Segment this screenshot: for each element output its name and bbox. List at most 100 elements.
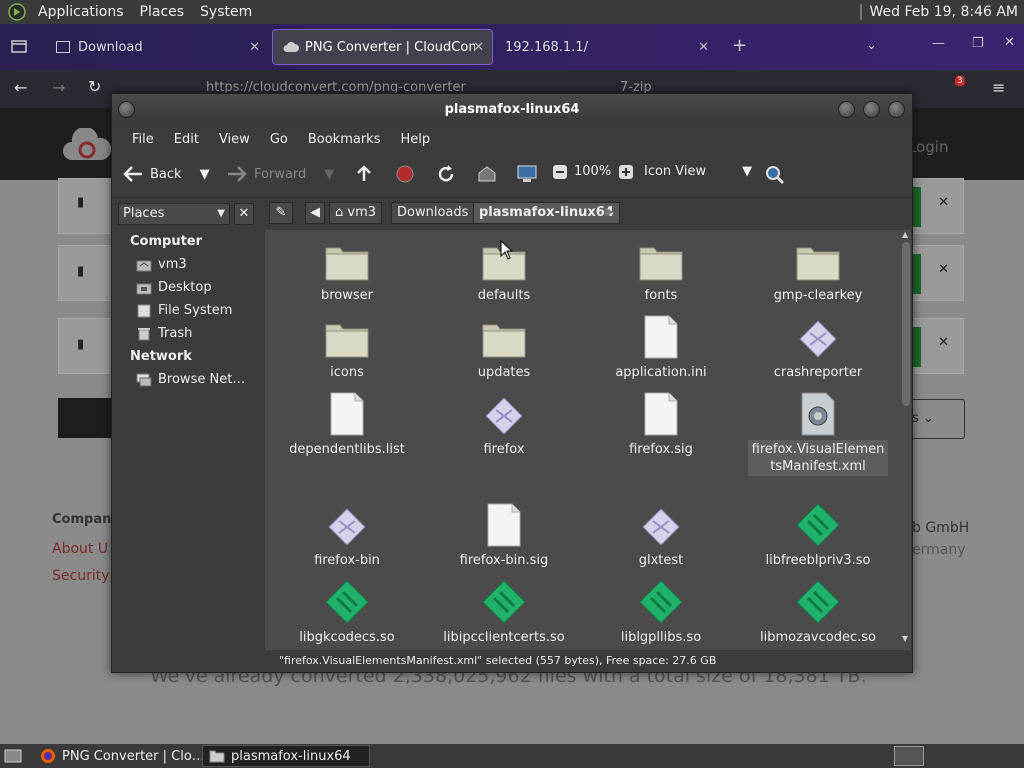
vertical-scrollbar[interactable]: ▲ ▼ <box>901 230 911 650</box>
folder-icon <box>591 234 731 282</box>
sidebar-item-vm3[interactable]: vm3 <box>136 257 187 272</box>
back-button[interactable]: Back ▼ <box>122 164 210 184</box>
view-mode-select[interactable]: Icon View ▼ <box>644 164 752 179</box>
remove-icon[interactable]: ✕ <box>938 195 949 210</box>
restore-icon[interactable]: ❐ <box>972 36 984 51</box>
menu-go[interactable]: Go <box>260 132 298 147</box>
computer-icon[interactable] <box>516 164 538 184</box>
maximize-icon[interactable] <box>863 101 880 118</box>
remove-icon[interactable]: ✕ <box>938 262 949 277</box>
file-item[interactable]: gmp-clearkey <box>748 234 888 305</box>
library-icon <box>748 499 888 547</box>
reload-icon[interactable] <box>436 164 456 184</box>
file-item[interactable]: fonts <box>591 234 731 305</box>
breadcrumb-current[interactable]: plasmafox-linux64 <box>473 202 620 224</box>
home-icon[interactable] <box>476 164 498 184</box>
menu-bar: File Edit View Go Bookmarks Help <box>112 126 912 152</box>
system-menu[interactable]: System <box>192 4 260 20</box>
add-files-button[interactable] <box>58 398 112 438</box>
sidebar-item-trash[interactable]: Trash <box>136 326 192 341</box>
clock[interactable]: Wed Feb 19, 8:46 AM <box>870 4 1018 20</box>
menu-help[interactable]: Help <box>390 132 440 147</box>
file-item[interactable]: libipcclientcerts.so <box>434 576 574 647</box>
forward-button[interactable]: Forward ▼ <box>226 164 334 184</box>
path-scroll-right-icon[interactable]: ▶ <box>605 205 613 218</box>
file-item[interactable]: browser <box>277 234 417 305</box>
close-tab-icon[interactable]: ✕ <box>698 40 709 55</box>
workspace-switcher[interactable] <box>894 746 924 766</box>
file-item[interactable]: dependentlibs.list <box>277 388 417 459</box>
library-icon <box>277 576 417 624</box>
file-item[interactable]: crashreporter <box>748 311 888 382</box>
file-item[interactable]: firefox-bin.sig <box>434 499 574 570</box>
login-link[interactable]: Login <box>908 138 948 156</box>
back-dropdown-icon[interactable]: ▼ <box>200 167 210 182</box>
up-arrow-icon[interactable] <box>354 164 374 184</box>
zoom-in-icon[interactable] <box>618 164 634 180</box>
sidebar-item-file-system[interactable]: File System <box>136 303 232 318</box>
file-item[interactable]: updates <box>434 311 574 382</box>
scroll-up-icon[interactable]: ▲ <box>902 230 908 239</box>
close-tab-icon[interactable]: ✕ <box>473 40 484 55</box>
tab-router[interactable]: 192.168.1.1/ ✕ <box>495 29 717 65</box>
file-item[interactable]: libmozavcodec.so <box>748 576 888 647</box>
sidebar-item-browse-network[interactable]: Browse Net… <box>136 372 245 387</box>
file-item[interactable]: glxtest <box>591 499 731 570</box>
file-item[interactable]: firefox.VisualElementsManifest.xml <box>748 388 888 476</box>
breadcrumb-vm3[interactable]: ⌂ vm3 <box>329 202 383 224</box>
about-link[interactable]: About U <box>52 541 108 557</box>
reload-icon[interactable]: ↻ <box>88 77 101 96</box>
location-edit-icon[interactable]: ✎ <box>269 202 293 224</box>
breadcrumb-downloads[interactable]: Downloads <box>391 202 475 224</box>
search-icon[interactable] <box>764 164 786 186</box>
file-item[interactable]: firefox <box>434 388 574 459</box>
scrollbar-thumb[interactable] <box>902 242 910 406</box>
menu-view[interactable]: View <box>209 132 260 147</box>
zoom-out-icon[interactable] <box>552 164 568 180</box>
close-tab-icon[interactable]: ✕ <box>249 40 260 55</box>
stop-icon[interactable] <box>395 164 415 184</box>
new-tab-icon[interactable]: + <box>732 35 747 56</box>
file-item[interactable]: application.ini <box>591 311 731 382</box>
file-item[interactable]: libgkcodecs.so <box>277 576 417 647</box>
cloudconvert-logo-icon[interactable] <box>62 128 112 162</box>
menu-edit[interactable]: Edit <box>164 132 209 147</box>
task-firefox[interactable]: PNG Converter | Clo… <box>34 745 205 767</box>
close-icon[interactable] <box>888 101 905 118</box>
scroll-down-icon[interactable]: ▼ <box>902 634 908 643</box>
forward-dropdown-icon[interactable]: ▼ <box>324 167 334 182</box>
close-sidebar-icon[interactable]: ✕ <box>234 203 254 225</box>
back-arrow-icon[interactable]: ← <box>14 78 27 97</box>
icon-view[interactable]: browser defaults fonts gmp-clearkey icons upd… <box>265 230 911 650</box>
task-file-manager[interactable]: plasmafox-linux64 <box>202 745 370 767</box>
hamburger-menu-icon[interactable]: ≡ <box>992 78 1005 97</box>
tab-png-converter[interactable]: PNG Converter | CloudConvert ✕ <box>272 29 493 65</box>
window-menu-icon[interactable] <box>118 101 135 118</box>
file-name: liblgpllibs.so <box>620 630 702 645</box>
path-scroll-left-icon[interactable]: ◀ <box>305 202 325 224</box>
applications-menu[interactable]: Applications <box>30 4 132 20</box>
menu-file[interactable]: File <box>122 132 164 147</box>
window-titlebar[interactable]: plasmafox-linux64 <box>112 94 912 126</box>
tab-download[interactable]: Download ✕ <box>46 29 268 65</box>
forward-arrow-icon[interactable]: → <box>52 78 65 97</box>
remove-icon[interactable]: ✕ <box>938 335 949 350</box>
sidebar-selector[interactable]: Places ▼ <box>118 203 230 225</box>
file-item[interactable]: liblgpllibs.so <box>591 576 731 647</box>
file-item[interactable]: icons <box>277 311 417 382</box>
tab-list-chevron-down-icon[interactable]: ⌄ <box>866 38 877 53</box>
close-window-icon[interactable]: ✕ <box>1004 35 1015 50</box>
file-item[interactable]: firefox-bin <box>277 499 417 570</box>
minimize-icon[interactable] <box>838 101 855 118</box>
minimize-icon[interactable]: — <box>932 36 945 51</box>
security-link[interactable]: Security <box>52 568 110 584</box>
file-item[interactable]: libfreeblpriv3.so <box>748 499 888 570</box>
menu-bookmarks[interactable]: Bookmarks <box>298 132 391 147</box>
executable-icon <box>277 499 417 547</box>
sidebar-item-desktop[interactable]: Desktop <box>136 280 212 295</box>
file-item[interactable]: firefox.sig <box>591 388 731 459</box>
show-desktop-icon[interactable] <box>4 748 22 764</box>
mint-logo-icon[interactable] <box>0 3 30 21</box>
tab-overview-icon[interactable] <box>10 37 28 55</box>
places-menu[interactable]: Places <box>132 4 193 20</box>
